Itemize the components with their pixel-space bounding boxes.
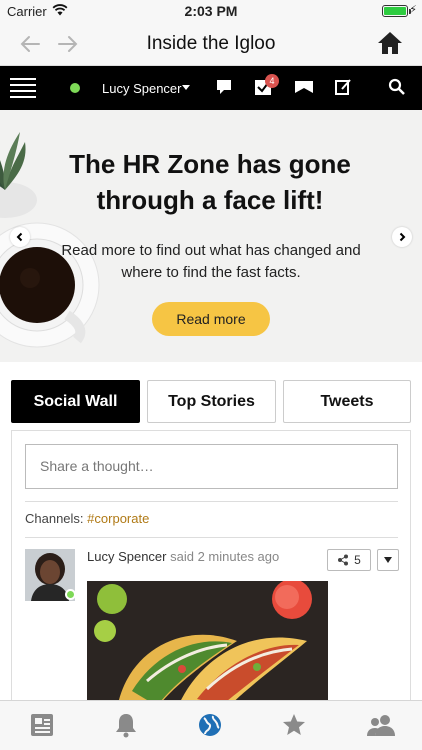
presence-indicator <box>70 83 80 93</box>
content-tabs: Social Wall Top Stories Tweets <box>11 380 411 423</box>
succulent-image <box>0 120 50 220</box>
inbox-icon[interactable] <box>294 78 314 98</box>
post-image[interactable] <box>87 581 328 709</box>
charging-icon: ⚡ <box>409 4 417 16</box>
home-icon[interactable] <box>376 29 404 62</box>
app-toolbar: Lucy Spencer 4 <box>0 66 422 110</box>
tab-top-stories[interactable]: Top Stories <box>147 380 276 423</box>
channel-tag-link[interactable]: #corporate <box>87 511 149 526</box>
tasks-badge: 4 <box>265 74 279 88</box>
hero-subtext: Read more to find out what has changed a… <box>61 242 361 281</box>
people-icon[interactable] <box>366 712 396 738</box>
post-options-button[interactable] <box>377 549 399 571</box>
user-menu[interactable]: Lucy Spencer <box>102 81 182 96</box>
channels-label: Channels: <box>25 511 84 526</box>
carousel-next-icon[interactable] <box>392 227 412 247</box>
share-count: 5 <box>354 553 361 567</box>
hero-banner: The HR Zone has gone through a face lift… <box>0 110 422 362</box>
share-button[interactable]: 5 <box>327 549 371 571</box>
social-wall: Share a thought… Channels: #corporate Lu… <box>11 430 411 710</box>
edit-icon[interactable] <box>334 78 354 98</box>
favorites-icon[interactable] <box>281 712 307 738</box>
status-bar: Carrier 2:03 PM ⚡ <box>0 0 422 22</box>
chevron-down-icon <box>384 557 392 563</box>
tab-tweets[interactable]: Tweets <box>283 380 411 423</box>
clock: 2:03 PM <box>184 3 238 19</box>
channels-line: Channels: #corporate <box>25 511 149 526</box>
notifications-icon[interactable] <box>113 712 139 738</box>
page-title: Inside the Igloo <box>146 33 276 54</box>
read-more-button[interactable]: Read more <box>152 302 270 336</box>
post-author[interactable]: Lucy Spencer <box>87 549 167 564</box>
post-timestamp: said 2 minutes ago <box>170 549 280 564</box>
chat-icon[interactable] <box>215 78 235 98</box>
navigation-bar: Inside the Igloo <box>0 22 422 66</box>
share-thought-input[interactable]: Share a thought… <box>25 444 398 489</box>
post-meta: Lucy Spencer said 2 minutes ago <box>87 549 279 564</box>
articles-icon[interactable] <box>29 712 55 738</box>
divider <box>25 537 398 538</box>
globe-icon[interactable] <box>197 712 223 738</box>
tab-social-wall[interactable]: Social Wall <box>11 380 140 423</box>
carousel-prev-icon[interactable] <box>10 227 30 247</box>
online-status-indicator <box>65 589 76 600</box>
share-icon <box>338 554 349 566</box>
search-icon[interactable] <box>388 78 408 98</box>
battery-icon <box>382 5 411 17</box>
hero-headline: The HR Zone has gone through a face lift… <box>69 149 351 215</box>
menu-icon[interactable] <box>10 78 36 98</box>
chevron-down-icon[interactable] <box>182 85 190 90</box>
divider <box>25 501 398 502</box>
bottom-tab-bar <box>0 700 422 750</box>
